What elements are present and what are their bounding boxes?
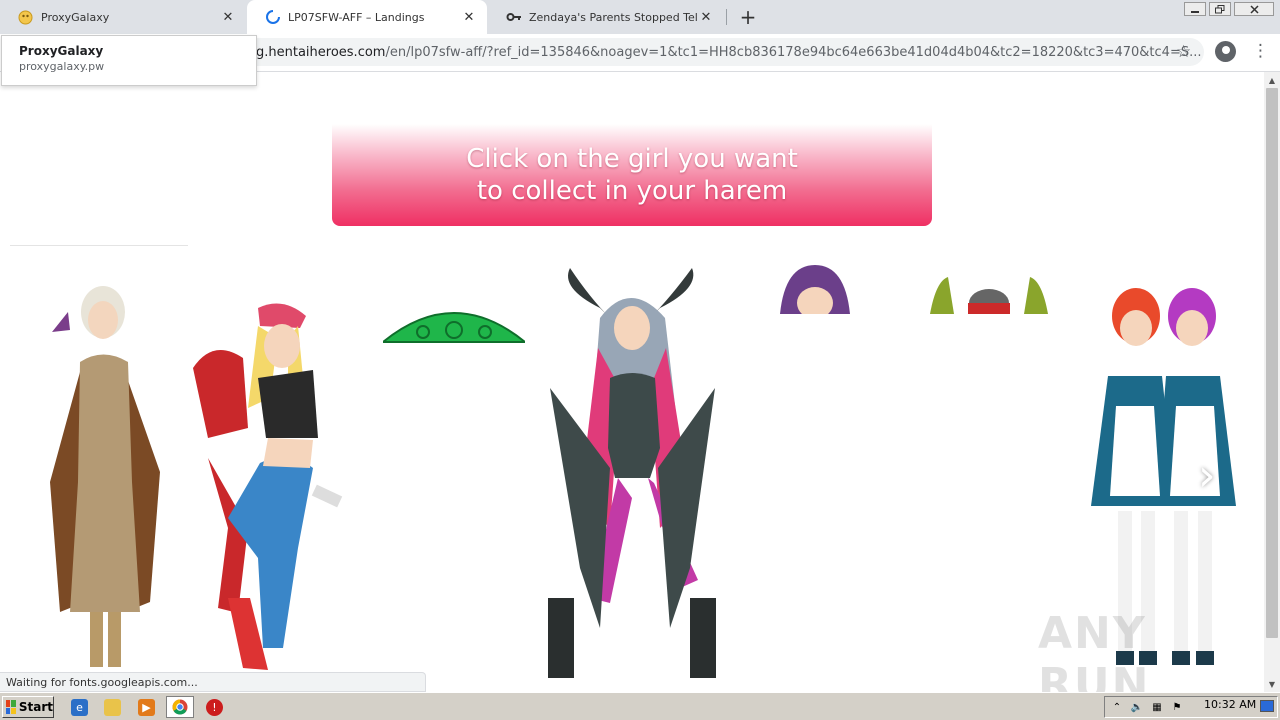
address-bar[interactable]: g.hentaiheroes.com/en/lp07sfw-aff/?ref_i… [240,38,1204,66]
banner-text: Click on the girl you want to collect in … [422,143,842,207]
girl-purple-hair-loading[interactable] [780,265,850,314]
girl-green-hat-loading[interactable] [383,308,525,344]
ie-icon[interactable]: e [71,699,88,716]
new-tab-button[interactable]: + [736,5,760,29]
tray-expand-icon[interactable]: ⌃ [1109,700,1125,714]
next-arrow-icon[interactable]: › [1198,450,1216,501]
anyrun-watermark: ANY RUN [1038,608,1151,692]
close-tab-icon[interactable]: ✕ [698,9,714,25]
account-avatar-icon[interactable] [1215,41,1236,62]
show-desktop-icon[interactable] [1260,700,1274,712]
key-icon [506,10,521,25]
close-tab-icon[interactable]: ✕ [461,9,477,25]
network-icon[interactable]: ▦ [1149,700,1165,714]
bookmark-star-icon[interactable]: ☆ [1176,42,1191,62]
tab-landings[interactable]: LP07SFW-AFF – Landings ✕ [247,0,487,34]
instruction-banner: Click on the girl you want to collect in … [332,124,932,226]
chrome-taskbar-button[interactable] [166,696,194,718]
tab-title: Zendaya's Parents Stopped Telling H [529,10,698,24]
close-window-button[interactable] [1234,2,1274,16]
tab-title: LP07SFW-AFF – Landings [288,10,425,24]
start-button[interactable]: Start [2,696,54,718]
girl-blonde-cloak[interactable] [40,282,170,677]
chrome-icon [172,699,188,715]
close-tab-icon[interactable]: ✕ [220,9,236,25]
girl-helmet-loading[interactable] [930,275,1048,314]
tab-strip: ProxyGalaxy ✕ LP07SFW-AFF – Landings ✕ Z… [0,0,1280,34]
hover-card-title: ProxyGalaxy [19,44,104,58]
restore-button[interactable] [1209,2,1231,16]
browser-menu-icon[interactable]: ⋮ [1252,40,1269,62]
media-player-icon[interactable]: ▶ [138,699,155,716]
banner-line-2: to collect in your harem [476,176,788,206]
taskbar: Start e ▶ ! ⌃ 🔈 ▦ ⚑ 10:32 AM [0,692,1280,720]
tab-separator [726,9,727,25]
vertical-scrollbar[interactable]: ▲ ▼ [1264,72,1280,692]
page-viewport: Click on the girl you want to collect in … [0,72,1264,692]
tab-title: ProxyGalaxy [41,10,110,24]
scroll-down-icon[interactable]: ▼ [1264,676,1280,692]
scroll-up-icon[interactable]: ▲ [1264,72,1280,88]
folder-icon[interactable] [104,699,121,716]
windows-logo-icon [6,700,16,714]
banner-line-1: Click on the girl you want [466,144,798,174]
stop-icon[interactable]: ! [206,699,223,716]
tab-hover-card: ProxyGalaxy proxygalaxy.pw [1,35,257,86]
divider [10,245,188,246]
url-host: g.hentaiheroes.com [256,44,386,60]
proxygalaxy-favicon [18,10,33,25]
url-path: /en/lp07sfw-aff/?ref_id=135846&noagev=1&… [385,44,1202,60]
tab-zendaya[interactable]: Zendaya's Parents Stopped Telling H ✕ [488,0,724,34]
volume-icon[interactable]: 🔈 [1129,700,1145,714]
hover-card-url: proxygalaxy.pw [19,60,105,73]
girl-succubus[interactable] [540,268,725,688]
clock[interactable]: 10:32 AM [1204,698,1256,711]
tab-proxygalaxy[interactable]: ProxyGalaxy ✕ [0,0,246,34]
minimize-button[interactable] [1184,2,1206,16]
start-label: Start [18,700,53,714]
scroll-thumb[interactable] [1266,88,1278,638]
girl-mechanic[interactable] [188,298,353,678]
status-bar: Waiting for fonts.googleapis.com... [0,672,426,692]
action-center-flag-icon[interactable]: ⚑ [1169,700,1185,714]
loading-spinner-icon [265,10,280,25]
